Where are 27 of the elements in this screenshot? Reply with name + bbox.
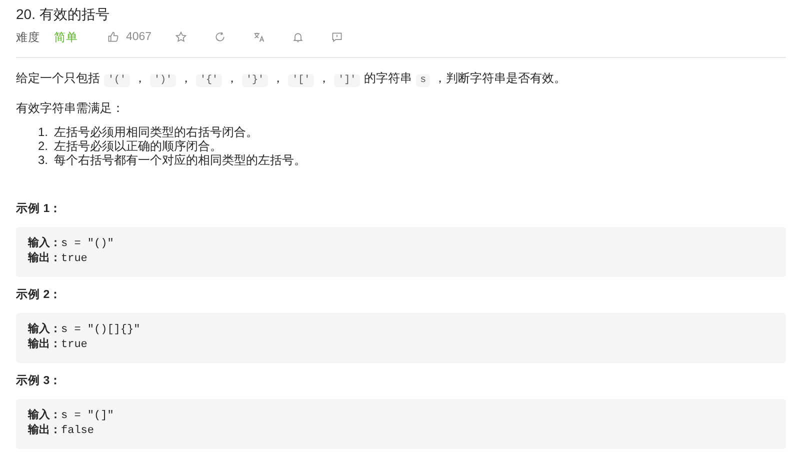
thumbs-up-icon[interactable] <box>107 31 119 43</box>
code-line: 输出：true <box>28 338 88 353</box>
like-count: 4067 <box>126 31 152 43</box>
code-line: 输入：s = "()[]{}" <box>28 323 142 338</box>
code-line: 输入：s = "(]" <box>28 409 115 424</box>
rule-text: 左括号必须以正确的顺序闭合。 <box>54 139 222 153</box>
rule-text: 左括号必须用相同类型的右括号闭合。 <box>54 125 258 139</box>
star-icon[interactable] <box>174 31 187 43</box>
rules-heading: 有效字符串需满足： <box>16 100 125 117</box>
comment-icon[interactable] <box>330 31 343 43</box>
difficulty-tag: 简单 <box>54 30 78 44</box>
difficulty-label: 难度 <box>16 30 40 44</box>
list-number: 3. <box>36 153 48 167</box>
example-heading: 示例 1： <box>16 202 63 217</box>
list-number: 1. <box>36 125 48 139</box>
example-heading: 示例 3： <box>16 374 63 389</box>
problem-title: 20. 有效的括号 <box>16 5 110 24</box>
list-number: 2. <box>36 139 48 153</box>
problem-description: 给定一个只包括 '(' ， ')' ， '{' ， '}' ， '[' ， ']' 的字符串 s ，判断字符串是否有效。 <box>16 70 568 89</box>
rule-text: 每个右括号都有一个对应的相同类型的左括号。 <box>54 153 306 167</box>
code-line: 输出：true <box>28 252 88 267</box>
code-line: 输入：s = "()" <box>28 237 115 252</box>
translate-icon[interactable] <box>252 31 265 43</box>
code-line: 输出：false <box>28 424 96 439</box>
refresh-icon[interactable] <box>214 31 226 43</box>
example-heading: 示例 2： <box>16 288 63 303</box>
bell-icon[interactable] <box>292 31 304 43</box>
